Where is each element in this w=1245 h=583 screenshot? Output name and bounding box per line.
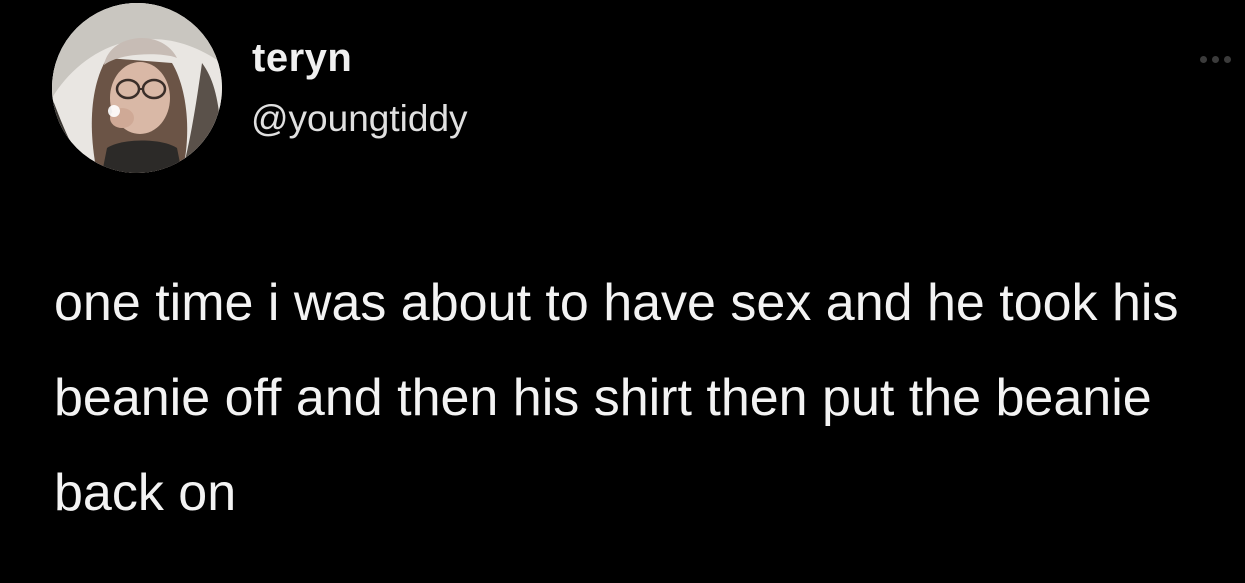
more-horizontal-icon-dot <box>1223 55 1231 63</box>
author-display-name[interactable]: teryn <box>252 38 352 78</box>
avatar-photo <box>52 3 222 173</box>
tweet-text: one time i was about to have sex and he … <box>54 274 1179 522</box>
avatar[interactable] <box>52 3 222 173</box>
more-options-button[interactable] <box>1190 44 1240 74</box>
more-horizontal-icon-dot <box>1211 55 1219 63</box>
author-handle[interactable]: @youngtiddy <box>251 100 468 137</box>
more-horizontal-icon <box>1199 55 1207 63</box>
tweet-card: teryn @youngtiddy one time i was about t… <box>0 0 1245 583</box>
